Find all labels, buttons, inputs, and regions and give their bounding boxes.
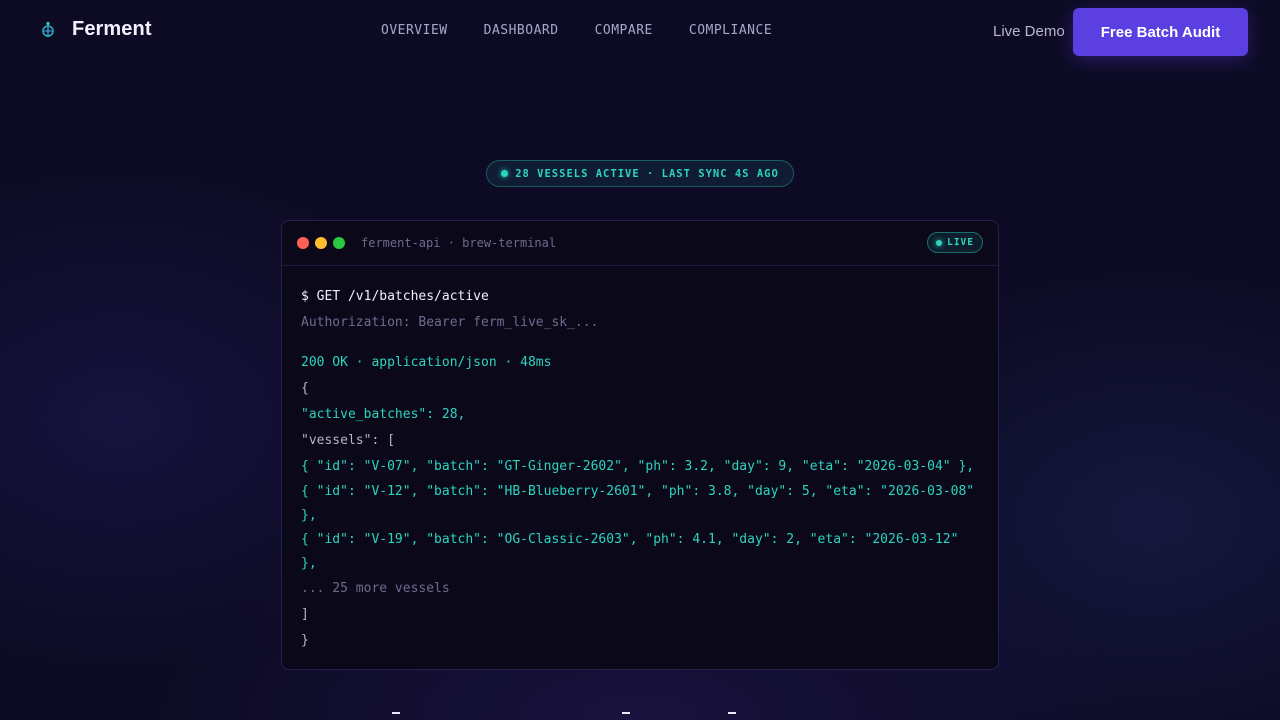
live-dot-icon xyxy=(936,239,943,246)
json-open-brace: { xyxy=(301,381,309,396)
top-nav: Ferment OVERVIEW DASHBOARD COMPARE COMPL… xyxy=(0,0,1280,64)
active-batches-line: "active_batches": 28, xyxy=(301,407,466,422)
vessel-line: { "id": "V-07", "batch": "GT-Ginger-2602… xyxy=(301,459,975,474)
brand[interactable]: Ferment xyxy=(38,18,152,41)
status-pill: 28 VESSELS ACTIVE · LAST SYNC 4S AGO xyxy=(486,160,794,187)
terminal-title: ferment-api · brew-terminal xyxy=(361,236,557,250)
brand-name: Ferment xyxy=(72,18,152,40)
live-badge-label: LIVE xyxy=(947,237,974,248)
free-batch-audit-button[interactable]: Free Batch Audit xyxy=(1073,8,1248,56)
terminal-window: ferment-api · brew-terminal LIVE $ GET /… xyxy=(281,220,999,670)
nav-link-overview[interactable]: OVERVIEW xyxy=(381,23,448,38)
auth-line: Authorization: Bearer ferm_live_sk_... xyxy=(301,315,599,330)
request-line: $ GET /v1/batches/active xyxy=(301,289,489,304)
nav-link-compliance[interactable]: COMPLIANCE xyxy=(689,23,772,38)
status-dot-icon xyxy=(501,170,509,177)
terminal-body: $ GET /v1/batches/active Authorization: … xyxy=(282,266,998,654)
heading-glyph-fragment xyxy=(392,712,400,720)
heading-fragments xyxy=(0,712,1280,720)
kombucha-logo-icon xyxy=(38,20,58,40)
terminal-header: ferment-api · brew-terminal LIVE xyxy=(282,221,998,266)
live-demo-link[interactable]: Live Demo xyxy=(993,23,1065,40)
json-close-brace: } xyxy=(301,633,309,648)
heading-glyph-fragment xyxy=(622,712,630,720)
response-status-line: 200 OK · application/json · 48ms xyxy=(301,355,552,370)
nav-link-compare[interactable]: COMPARE xyxy=(595,23,653,38)
nav-link-dashboard[interactable]: DASHBOARD xyxy=(484,23,559,38)
vessels-open-line: "vessels": [ xyxy=(301,433,395,448)
vessel-line: { "id": "V-19", "batch": "OG-Classic-260… xyxy=(301,532,967,571)
vessel-line: { "id": "V-12", "batch": "HB-Blueberry-2… xyxy=(301,484,982,523)
maximize-dot-icon[interactable] xyxy=(333,237,345,249)
nav-links: OVERVIEW DASHBOARD COMPARE COMPLIANCE xyxy=(381,23,772,38)
live-badge: LIVE xyxy=(927,232,983,253)
status-text: 28 VESSELS ACTIVE · LAST SYNC 4S AGO xyxy=(515,167,779,180)
minimize-dot-icon[interactable] xyxy=(315,237,327,249)
heading-glyph-fragment xyxy=(728,712,736,720)
window-controls xyxy=(297,237,345,249)
json-close-bracket: ] xyxy=(301,607,309,622)
close-dot-icon[interactable] xyxy=(297,237,309,249)
more-vessels-line: ... 25 more vessels xyxy=(301,581,450,596)
